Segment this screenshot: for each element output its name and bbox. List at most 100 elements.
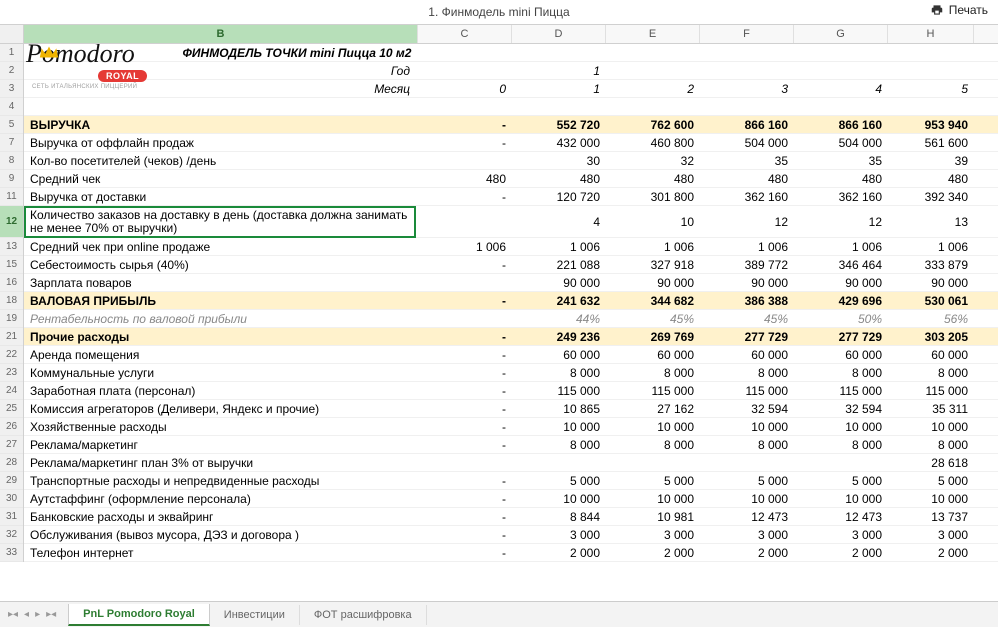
cell-D[interactable]: 221 088 — [512, 256, 606, 273]
cell-C[interactable] — [418, 274, 512, 291]
cell-C[interactable]: - — [418, 418, 512, 435]
cell-D[interactable]: 241 632 — [512, 292, 606, 309]
cell-F[interactable]: 389 772 — [700, 256, 794, 273]
row-number[interactable]: 33 — [0, 544, 23, 562]
row-number[interactable]: 3 — [0, 80, 23, 98]
cell-H[interactable]: 8 000 — [888, 364, 974, 381]
cell-D[interactable]: 8 000 — [512, 436, 606, 453]
cell-B[interactable]: Реклама/маркетинг план 3% от выручки — [24, 454, 418, 471]
cell-C[interactable]: - — [418, 382, 512, 399]
cell-D[interactable]: 60 000 — [512, 346, 606, 363]
cell-H[interactable] — [888, 98, 974, 115]
cell-C[interactable]: - — [418, 116, 512, 133]
cell-D[interactable] — [512, 44, 606, 61]
row-number[interactable]: 27 — [0, 436, 23, 454]
cell-F[interactable]: 866 160 — [700, 116, 794, 133]
cell-E[interactable]: 60 000 — [606, 346, 700, 363]
cell-D[interactable] — [512, 454, 606, 471]
cell-B[interactable]: Комиссия агрегаторов (Деливери, Яндекс и… — [24, 400, 418, 417]
cell-C[interactable] — [418, 310, 512, 327]
cell-B[interactable]: Коммунальные услуги — [24, 364, 418, 381]
row-number[interactable]: 12 — [0, 206, 23, 238]
cell-G[interactable]: 8 000 — [794, 436, 888, 453]
cell-E[interactable]: 762 600 — [606, 116, 700, 133]
cell-E[interactable]: 45% — [606, 310, 700, 327]
cell-D[interactable]: 8 000 — [512, 364, 606, 381]
cell-H[interactable]: 5 000 — [888, 472, 974, 489]
cell-E[interactable] — [606, 454, 700, 471]
cell-C[interactable]: - — [418, 508, 512, 525]
row-number[interactable]: 13 — [0, 238, 23, 256]
cell-C[interactable]: - — [418, 328, 512, 345]
cell-C[interactable]: - — [418, 472, 512, 489]
cell-E[interactable]: 344 682 — [606, 292, 700, 309]
cell-D[interactable]: 1 — [512, 80, 606, 97]
cell-G[interactable]: 90 000 — [794, 274, 888, 291]
cell-C[interactable]: 480 — [418, 170, 512, 187]
cell-B[interactable]: Средний чек — [24, 170, 418, 187]
cell-D[interactable] — [512, 98, 606, 115]
cell-B[interactable]: Зарплата поваров — [24, 274, 418, 291]
cell-C[interactable]: 1 006 — [418, 238, 512, 255]
cell-F[interactable]: 8 000 — [700, 364, 794, 381]
cells-area[interactable]: Pomodoro ROYAL СЕТЬ ИТАЛЬЯНСКИХ ПИЦЦЕРИЙ… — [24, 44, 998, 562]
cell-G[interactable]: 115 000 — [794, 382, 888, 399]
row-number[interactable]: 15 — [0, 256, 23, 274]
row-number[interactable]: 32 — [0, 526, 23, 544]
cell-E[interactable]: 10 981 — [606, 508, 700, 525]
col-header-B[interactable]: B — [24, 25, 418, 43]
cell-E[interactable]: 3 000 — [606, 526, 700, 543]
cell-G[interactable]: 3 000 — [794, 526, 888, 543]
row-number[interactable]: 22 — [0, 346, 23, 364]
cell-H[interactable] — [888, 44, 974, 61]
cell-D[interactable]: 3 000 — [512, 526, 606, 543]
cell-E[interactable] — [606, 44, 700, 61]
tab-last-icon[interactable]: ▸◂ — [44, 609, 58, 620]
cell-D[interactable]: 8 844 — [512, 508, 606, 525]
row-number[interactable]: 5 — [0, 116, 23, 134]
cell-B[interactable]: Транспортные расходы и непредвиденные ра… — [24, 472, 418, 489]
cell-G[interactable]: 5 000 — [794, 472, 888, 489]
cell-F[interactable]: 35 — [700, 152, 794, 169]
row-number[interactable]: 26 — [0, 418, 23, 436]
cell-E[interactable] — [606, 98, 700, 115]
cell-B[interactable]: Банковские расходы и эквайринг — [24, 508, 418, 525]
cell-F[interactable]: 2 000 — [700, 544, 794, 561]
cell-G[interactable]: 346 464 — [794, 256, 888, 273]
col-header-H[interactable]: H — [888, 25, 974, 43]
cell-B[interactable]: Телефон интернет — [24, 544, 418, 561]
cell-B[interactable]: Рентабельность по валовой прибыли — [24, 310, 418, 327]
cell-C[interactable]: - — [418, 346, 512, 363]
cell-F[interactable]: 504 000 — [700, 134, 794, 151]
tab-first-icon[interactable]: ▸◂ — [6, 609, 20, 620]
cell-C[interactable]: - — [418, 526, 512, 543]
cell-F[interactable]: 362 160 — [700, 188, 794, 205]
cell-H[interactable]: 10 000 — [888, 490, 974, 507]
cell-H[interactable]: 561 600 — [888, 134, 974, 151]
cell-F[interactable]: 8 000 — [700, 436, 794, 453]
cell-E[interactable]: 8 000 — [606, 436, 700, 453]
cell-C[interactable]: - — [418, 188, 512, 205]
cell-E[interactable]: 10 000 — [606, 418, 700, 435]
row-number[interactable]: 1 — [0, 44, 23, 62]
cell-G[interactable]: 60 000 — [794, 346, 888, 363]
cell-F[interactable]: 3 — [700, 80, 794, 97]
cell-E[interactable]: 32 — [606, 152, 700, 169]
cell-D[interactable]: 1 006 — [512, 238, 606, 255]
cell-E[interactable]: 8 000 — [606, 364, 700, 381]
cell-B[interactable]: Выручка от доставки — [24, 188, 418, 205]
cell-H[interactable]: 39 — [888, 152, 974, 169]
cell-C[interactable]: - — [418, 364, 512, 381]
cell-H[interactable]: 5 — [888, 80, 974, 97]
col-header-C[interactable]: C — [418, 25, 512, 43]
cell-G[interactable]: 10 000 — [794, 490, 888, 507]
print-button[interactable]: Печать — [930, 3, 988, 17]
cell-B[interactable]: Хозяйственные расходы — [24, 418, 418, 435]
cell-G[interactable]: 504 000 — [794, 134, 888, 151]
cell-H[interactable]: 392 340 — [888, 188, 974, 205]
cell-G[interactable]: 12 — [794, 206, 888, 237]
cell-G[interactable] — [794, 98, 888, 115]
cell-G[interactable]: 8 000 — [794, 364, 888, 381]
cell-F[interactable]: 3 000 — [700, 526, 794, 543]
cell-H[interactable]: 1 006 — [888, 238, 974, 255]
